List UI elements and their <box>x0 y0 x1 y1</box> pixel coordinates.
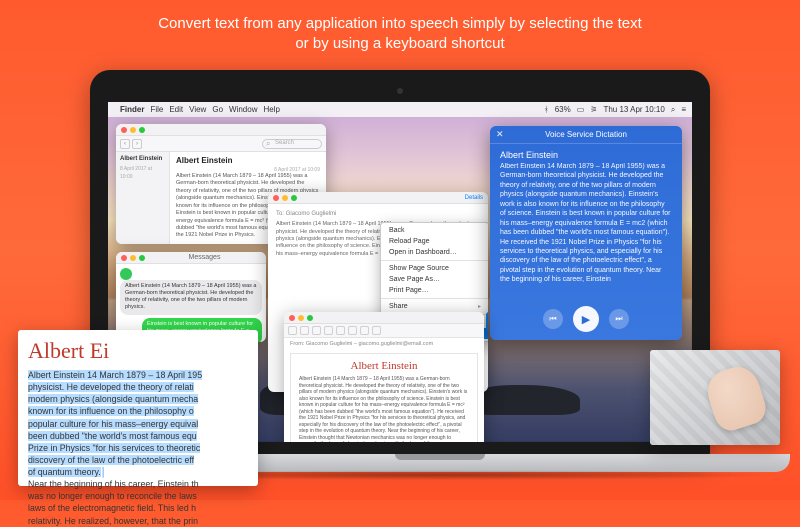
camera-dot <box>397 88 403 94</box>
zoom-icon[interactable] <box>307 315 313 321</box>
messages-window[interactable]: Messages Albert Einstein (14 March 1879 … <box>116 252 266 342</box>
hand-typing-image <box>702 361 770 434</box>
menu-window[interactable]: Window <box>229 105 257 114</box>
search-input[interactable]: Search <box>262 139 322 149</box>
menu-file[interactable]: File <box>150 105 163 114</box>
ctx-share[interactable]: Share <box>381 301 488 312</box>
forward-button[interactable]: ⏭ <box>609 309 629 329</box>
details-link[interactable]: Details <box>465 195 483 201</box>
services-submenu-item[interactable]: Dictate text with Voice Service Dictatio… <box>486 312 488 332</box>
battery-percent: 63% <box>555 105 571 114</box>
keyboard-image <box>650 350 780 445</box>
close-icon[interactable] <box>289 315 295 321</box>
zoom-icon[interactable] <box>291 195 297 201</box>
dictation-text: Albert Einstein 14 March 1879 – 18 April… <box>490 162 682 285</box>
document-preview-card: Albert Ei Albert Einstein 14 March 1879 … <box>18 330 258 486</box>
close-icon[interactable] <box>273 195 279 201</box>
minimize-icon[interactable] <box>282 195 288 201</box>
spellcheck-underline: realized <box>78 516 109 527</box>
play-button[interactable]: ▶ <box>573 306 599 332</box>
zoom-icon[interactable] <box>139 127 145 133</box>
sidebar-item[interactable]: Albert Einstein <box>120 155 165 165</box>
ctx-save-as[interactable]: Save Page As… <box>381 274 488 285</box>
from-label: From: <box>290 341 304 347</box>
voice-dictation-panel[interactable]: ✕ Voice Service Dictation Albert Einstei… <box>490 126 682 340</box>
minimize-icon[interactable] <box>130 255 136 261</box>
close-icon[interactable]: ✕ <box>496 129 504 140</box>
spotlight-search-icon[interactable]: ⌕ <box>671 105 675 115</box>
notification-center-icon[interactable]: ≡ <box>681 105 686 114</box>
dictation-title: Albert Einstein <box>490 144 682 162</box>
window-title: Messages <box>148 254 261 261</box>
menubar-clock: Thu 13 Apr 10:10 <box>603 105 664 114</box>
bluetooth-icon[interactable]: ᚼ <box>544 105 549 114</box>
doc-body[interactable]: Albert Einstein (14 March 1879 – 18 Apri… <box>299 376 469 442</box>
ctx-back[interactable]: Back <box>381 225 488 236</box>
message-bubble[interactable]: Albert Einstein (14 March 1879 – 18 Apri… <box>120 280 262 315</box>
note-title: Albert Einstein <box>176 156 320 165</box>
nav-back-forward[interactable]: ‹› <box>120 139 142 149</box>
close-icon[interactable] <box>121 127 127 133</box>
pages-document-window[interactable]: From: Giacomo Guglielmi – giacomo.guglie… <box>284 312 484 442</box>
pages-toolbar[interactable] <box>284 324 484 338</box>
sidebar-item-meta: 8 April 2017 at 10:09 <box>120 165 165 181</box>
promo-headline: Convert text from any application into s… <box>0 0 800 55</box>
ctx-print[interactable]: Print Page… <box>381 285 488 296</box>
menu-go[interactable]: Go <box>212 105 223 114</box>
to-value[interactable]: Giacomo Guglielmi <box>286 211 337 217</box>
dictation-header: Voice Service Dictation <box>545 130 627 139</box>
wifi-icon[interactable]: ⚞ <box>590 105 597 114</box>
menu-edit[interactable]: Edit <box>169 105 183 114</box>
avatar <box>120 268 132 280</box>
text-cursor-icon: │ <box>101 467 107 477</box>
minimize-icon[interactable] <box>298 315 304 321</box>
mac-menubar[interactable]: Finder File Edit View Go Window Help ᚼ 6… <box>108 102 692 117</box>
from-value: Giacomo Guglielmi – giacomo.guglielmi@em… <box>306 341 433 347</box>
doc-text-selection[interactable]: Albert Einstein 14 March 1879 – 18 April… <box>28 369 248 527</box>
close-icon[interactable] <box>121 255 127 261</box>
menu-help[interactable]: Help <box>263 105 279 114</box>
ctx-open-dashboard[interactable]: Open in Dashboard… <box>381 247 488 258</box>
minimize-icon[interactable] <box>130 127 136 133</box>
to-label: To: <box>276 211 284 217</box>
doc-title: Albert Einstein <box>299 360 469 372</box>
sidebar[interactable]: Albert Einstein 8 April 2017 at 10:09 <box>116 152 170 244</box>
menubar-app[interactable]: Finder <box>120 105 144 114</box>
ctx-reload[interactable]: Reload Page <box>381 236 488 247</box>
zoom-icon[interactable] <box>139 255 145 261</box>
ctx-show-source[interactable]: Show Page Source <box>381 263 488 274</box>
menu-view[interactable]: View <box>189 105 206 114</box>
battery-icon: ▭ <box>577 105 585 114</box>
doc-title-crop: Albert Ei <box>28 338 248 364</box>
rewind-button[interactable]: ⏮ <box>543 309 563 329</box>
keyboard-photo-card <box>650 350 780 445</box>
